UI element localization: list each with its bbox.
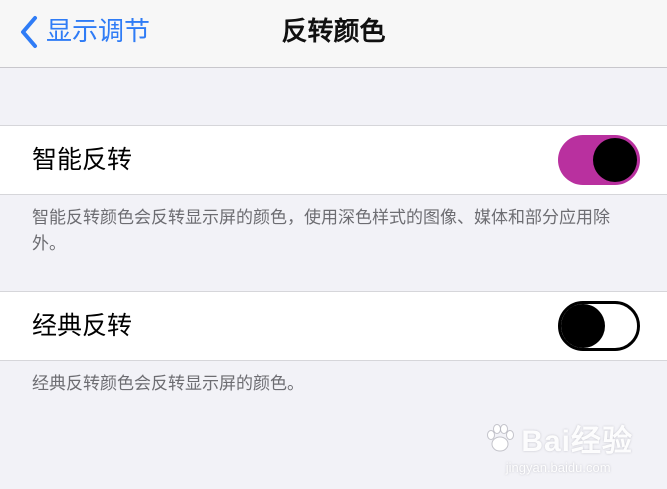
smart-invert-toggle[interactable] xyxy=(558,135,640,185)
classic-invert-row: 经典反转 xyxy=(0,291,667,361)
navigation-bar: 显示调节 反转颜色 xyxy=(0,0,667,68)
watermark-logo: Bai经验 xyxy=(483,416,633,460)
classic-invert-label: 经典反转 xyxy=(32,311,133,340)
watermark-url: jingyan.baidu.com xyxy=(505,460,611,475)
watermark-logo-text: Bai经验 xyxy=(521,425,633,458)
toggle-knob xyxy=(593,138,637,182)
toggle-knob xyxy=(561,304,605,348)
smart-invert-label: 智能反转 xyxy=(32,145,133,174)
classic-invert-toggle[interactable] xyxy=(558,301,640,351)
page-title: 反转颜色 xyxy=(281,17,386,47)
smart-invert-row: 智能反转 xyxy=(0,125,667,195)
baidu-jingyan-watermark: Bai经验 jingyan.baidu.com xyxy=(483,416,633,475)
smart-invert-description: 智能反转颜色会反转显示屏的颜色，使用深色样式的图像、媒体和部分应用除外。 xyxy=(32,208,610,254)
paw-icon xyxy=(487,424,515,452)
classic-invert-description: 经典反转颜色会反转显示屏的颜色。 xyxy=(32,374,304,394)
